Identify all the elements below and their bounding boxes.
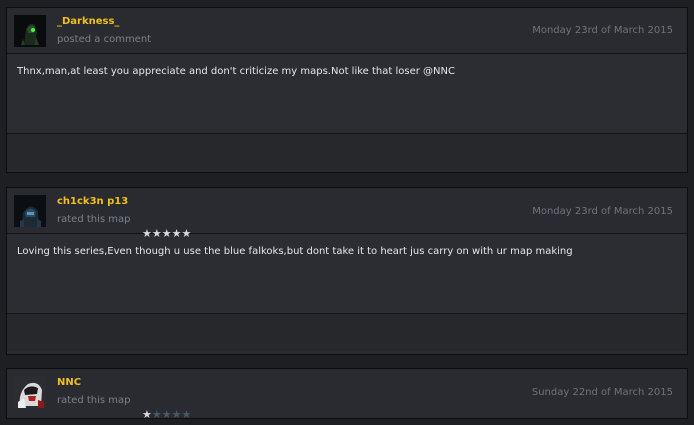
star-empty-icon: ★	[151, 408, 162, 421]
comment-card: _Darkness_ posted a comment Monday 23rd …	[6, 7, 688, 173]
comment-action-label: rated this map	[57, 395, 131, 406]
avatar[interactable]	[14, 15, 46, 47]
star-filled-icon: ★	[161, 227, 172, 240]
star-empty-icon: ★	[181, 408, 192, 421]
star-filled-icon: ★	[171, 227, 182, 240]
comment-action-label: rated this map	[57, 214, 131, 225]
star-empty-icon: ★	[171, 408, 182, 421]
comment-card: NNC rated this map Sunday 22nd of March …	[6, 368, 688, 421]
comment-footer	[7, 134, 687, 171]
comment-date: Monday 23rd of March 2015	[532, 206, 673, 217]
comment-body: Loving this series,Even though u use the…	[7, 234, 687, 314]
comment-header: _Darkness_ posted a comment Monday 23rd …	[7, 8, 687, 54]
avatar[interactable]	[14, 376, 46, 408]
comment-date: Sunday 22nd of March 2015	[531, 387, 673, 398]
star-filled-icon: ★	[142, 227, 152, 240]
star-filled-icon: ★	[151, 227, 162, 240]
comment-card: ch1ck3n p13 rated this map Monday 23rd o…	[6, 187, 688, 355]
rating-stars: ★★★★★	[142, 228, 191, 240]
comment-footer	[7, 314, 687, 351]
comment-username[interactable]: _Darkness_	[57, 16, 119, 27]
star-empty-icon: ★	[161, 408, 172, 421]
comment-header: NNC rated this map Sunday 22nd of March …	[7, 369, 687, 421]
star-filled-icon: ★	[142, 408, 152, 421]
comment-date: Monday 23rd of March 2015	[532, 25, 673, 36]
star-filled-icon: ★	[181, 227, 192, 240]
avatar[interactable]	[14, 195, 46, 227]
comment-header: ch1ck3n p13 rated this map Monday 23rd o…	[7, 188, 687, 240]
rating-stars: ★★★★★	[142, 409, 191, 421]
comment-username[interactable]: ch1ck3n p13	[57, 196, 128, 207]
comment-action-label: posted a comment	[57, 34, 152, 45]
comment-body: Thnx,man,at least you appreciate and don…	[7, 54, 687, 134]
comment-username[interactable]: NNC	[57, 377, 81, 388]
